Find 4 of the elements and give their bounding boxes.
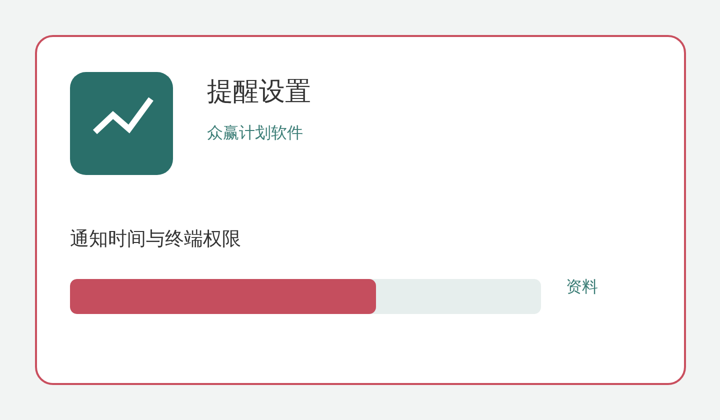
publisher-name: 众赢计划软件 [207,123,303,143]
app-title: 提醒设置 [207,76,311,108]
info-link[interactable]: 资料 [566,277,598,297]
permission-label: 通知时间与终端权限 [70,227,241,251]
